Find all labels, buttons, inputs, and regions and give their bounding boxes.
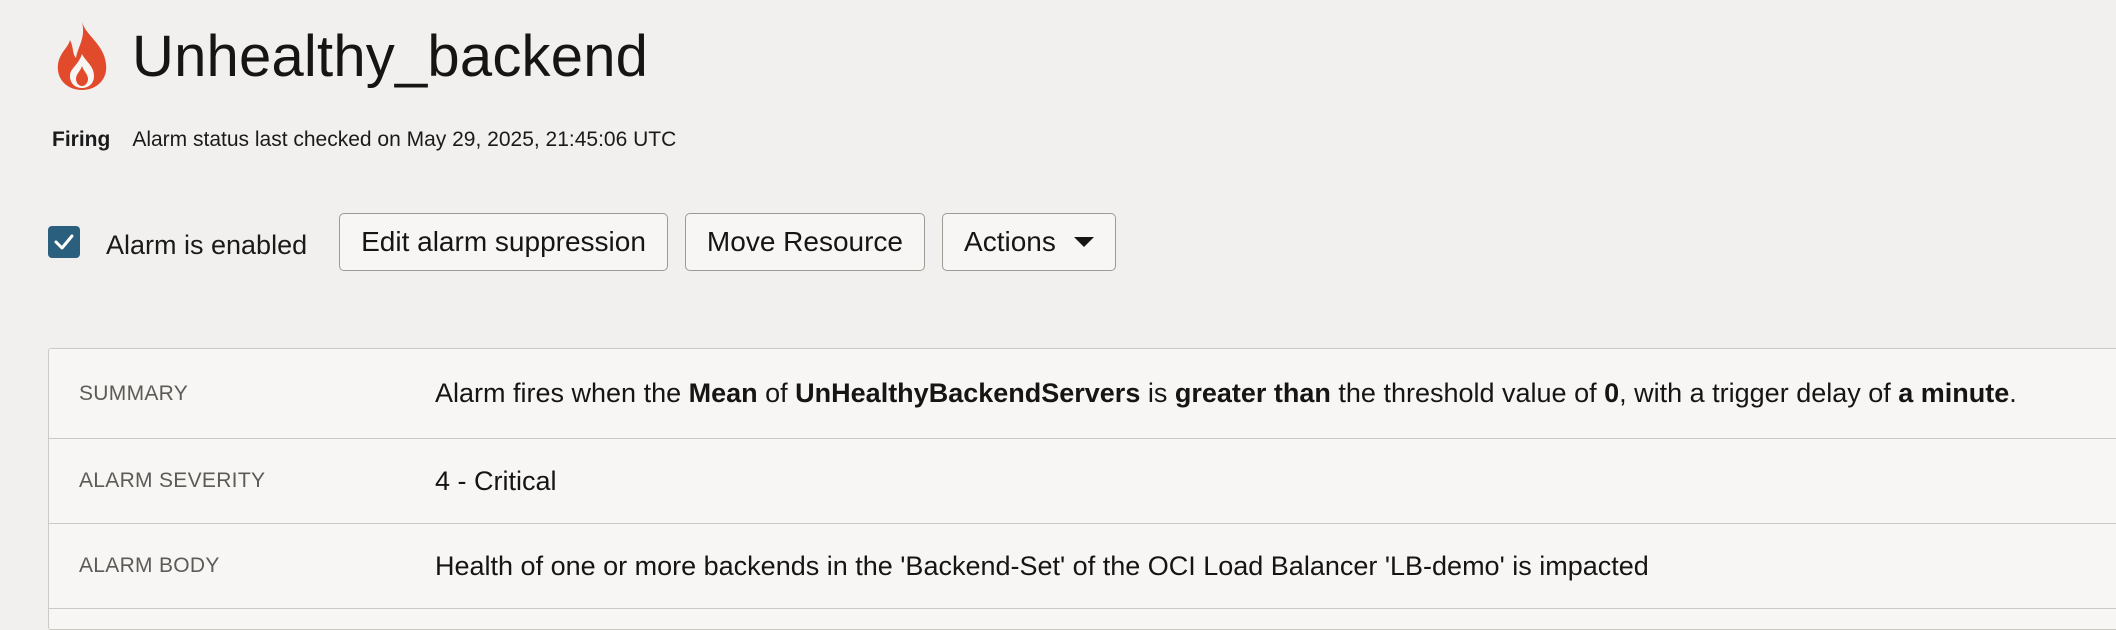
checkmark-icon [54, 234, 74, 250]
alarm-enabled-label: Alarm is enabled [106, 229, 308, 260]
summary-text-2: of [757, 378, 796, 408]
actions-dropdown-button[interactable]: Actions [942, 213, 1116, 271]
page-title: Unhealthy_backend [132, 23, 649, 89]
fire-icon [52, 20, 112, 92]
severity-row: ALARM SEVERITY 4 - Critical [49, 439, 2116, 524]
page-header: Unhealthy_backend [52, 20, 648, 92]
summary-statistic: Mean [688, 378, 758, 408]
alarm-body-row: ALARM BODY Health of one or more backend… [49, 524, 2116, 609]
summary-text-5: , with a trigger delay of [1619, 378, 1899, 408]
caret-down-icon [1073, 237, 1094, 247]
summary-row: SUMMARY Alarm fires when the Mean of UnH… [49, 349, 2116, 439]
severity-value: 4 - Critical [435, 465, 557, 496]
move-resource-button[interactable]: Move Resource [684, 213, 926, 271]
alarm-enabled-checkbox[interactable] [48, 226, 80, 258]
summary-text-3: is [1140, 378, 1175, 408]
severity-label: ALARM SEVERITY [79, 469, 266, 492]
summary-label: SUMMARY [79, 381, 189, 405]
summary-threshold: 0 [1604, 378, 1620, 408]
alarm-body-label: ALARM BODY [79, 554, 220, 577]
status-badge: Firing [52, 128, 111, 151]
alarm-details-table: SUMMARY Alarm fires when the Mean of UnH… [48, 348, 2116, 630]
status-detail: Alarm status last checked on May 29, 202… [132, 128, 677, 151]
summary-operator: greater than [1174, 378, 1331, 408]
summary-metric: UnHealthyBackendServers [795, 378, 1141, 408]
actions-label: Actions [964, 226, 1056, 257]
summary-trigger-delay: a minute [1898, 378, 2010, 408]
summary-text-4: the threshold value of [1330, 378, 1605, 408]
summary-text-1: Alarm fires when the [435, 378, 689, 408]
alarm-detail-page: Unhealthy_backend Firing Alarm status la… [0, 0, 2116, 630]
toolbar: Alarm is enabled Edit alarm suppression … [48, 213, 1133, 271]
alarm-body-value: Health of one or more backends in the 'B… [435, 550, 1649, 581]
alarm-status-line: Firing Alarm status last checked on May … [52, 128, 676, 152]
edit-alarm-suppression-button[interactable]: Edit alarm suppression [339, 213, 668, 271]
summary-text-6: . [2009, 378, 2017, 408]
summary-value: Alarm fires when the Mean of UnHealthyBa… [435, 378, 2017, 409]
